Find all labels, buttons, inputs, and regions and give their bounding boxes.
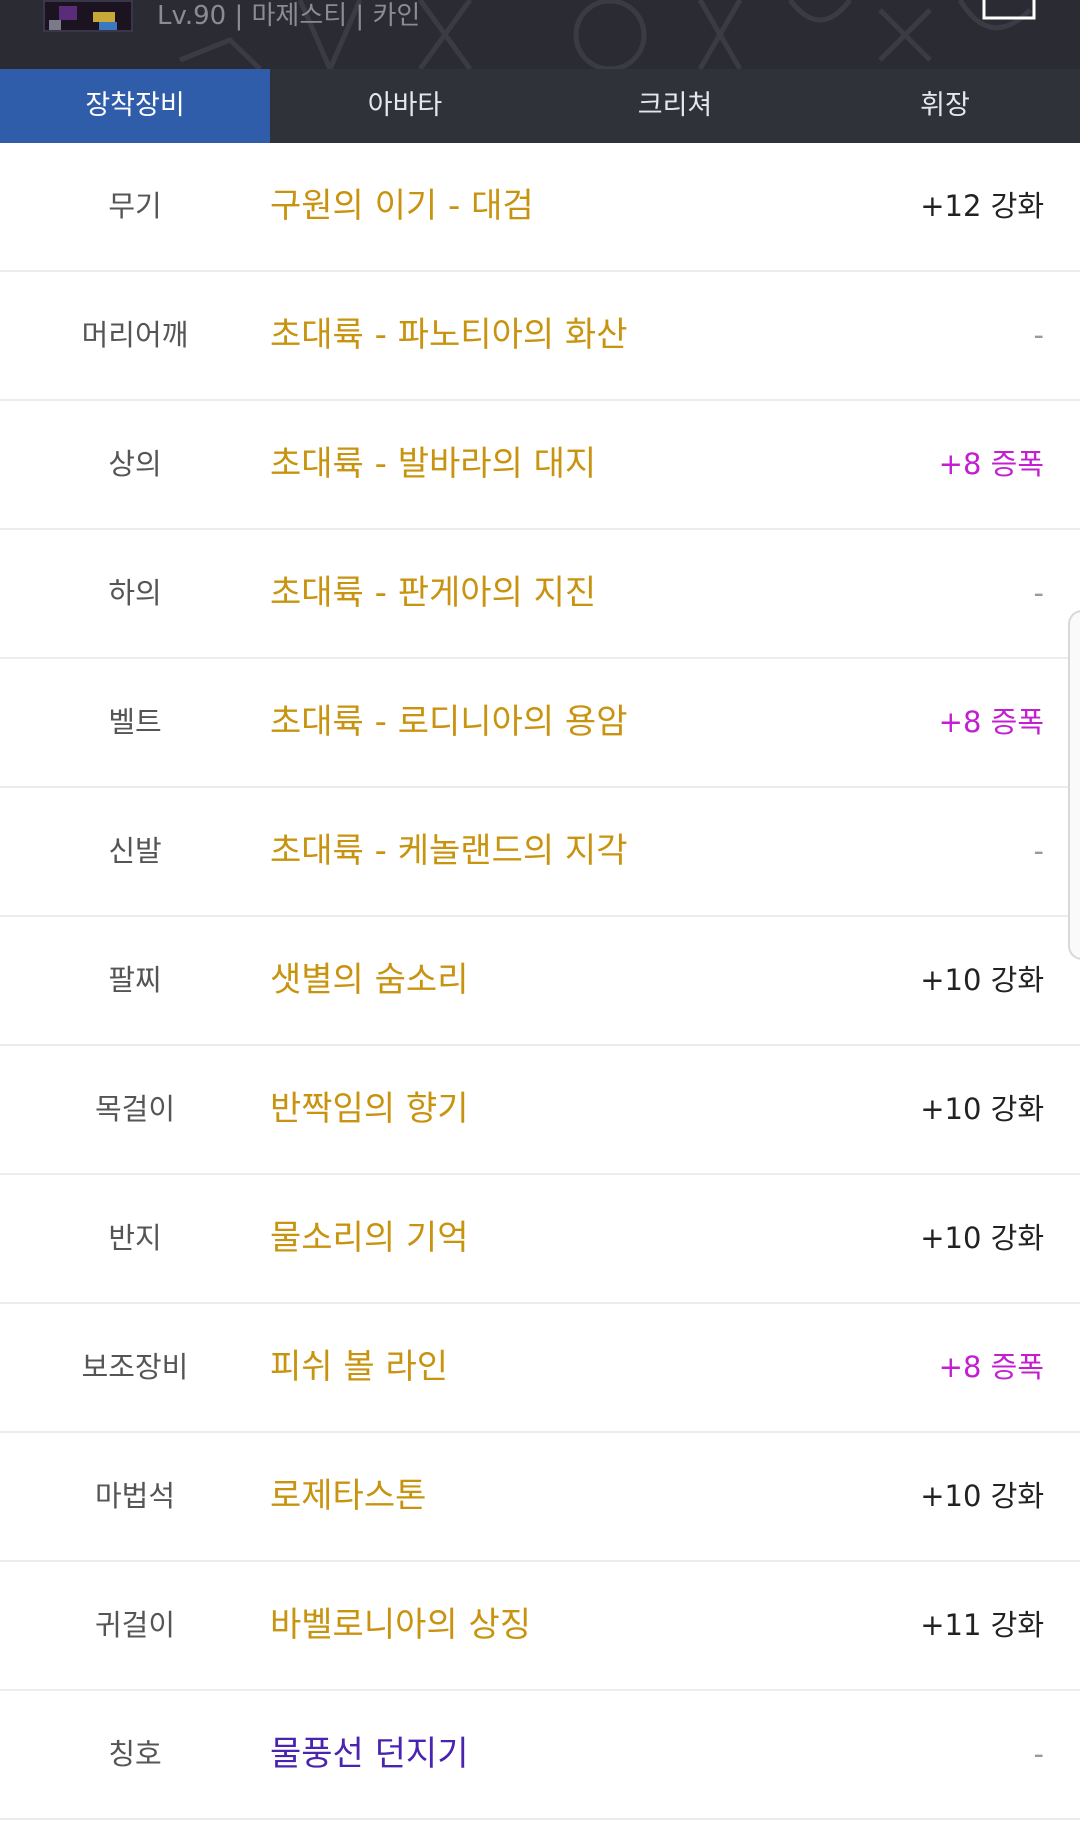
equipment-row-bracelet: 팔찌 샛별의 숨소리 +10 강화	[0, 917, 1080, 1046]
item-name[interactable]: 초대륙 - 케놀랜드의 지각	[270, 788, 628, 915]
equipment-row-subweapon: 보조장비 피쉬 볼 라인 +8 증폭	[0, 1304, 1080, 1433]
slot-label: 칭호	[108, 1737, 162, 1771]
equipment-row-weapon: 무기 구원의 이기 - 대검 +12 강화	[0, 143, 1080, 272]
slot-label: 무기	[108, 189, 162, 223]
edge-panel-handle[interactable]	[1068, 610, 1080, 960]
enhance-value: +11 강화	[920, 1608, 1044, 1642]
item-name[interactable]: 바벨로니아의 상징	[270, 1562, 531, 1689]
enhance-value: +10 강화	[920, 1221, 1044, 1255]
equipment-row-necklace: 목걸이 반짝임의 향기 +10 강화	[0, 1046, 1080, 1175]
item-name[interactable]: 피쉬 볼 라인	[270, 1304, 448, 1431]
tab-equipment[interactable]: 장착장비	[0, 69, 270, 143]
item-name[interactable]: 로제타스톤	[270, 1433, 426, 1560]
item-name[interactable]: 반짝임의 향기	[270, 1046, 469, 1173]
equipment-row-shoes: 신발 초대륙 - 케놀랜드의 지각 -	[0, 788, 1080, 917]
enhance-value: -	[1033, 318, 1044, 352]
tab-insignia[interactable]: 휘장	[810, 69, 1080, 143]
equipment-row-bottom: 하의 초대륙 - 판게아의 지진 -	[0, 530, 1080, 659]
item-name[interactable]: 샛별의 숨소리	[270, 917, 469, 1044]
enhance-value: +8 증폭	[938, 1350, 1044, 1384]
character-info: Lv.90 | 마제스티 | 카인	[157, 1, 421, 31]
slot-label: 하의	[108, 576, 162, 610]
slot-label: 보조장비	[81, 1350, 189, 1384]
item-name[interactable]: 초대륙 - 로디니아의 용암	[270, 659, 628, 786]
enhance-value: +10 강화	[920, 1479, 1044, 1513]
equipment-row-ring: 반지 물소리의 기억 +10 강화	[0, 1175, 1080, 1304]
tab-bar: 장착장비 아바타 크리쳐 휘장	[0, 69, 1080, 143]
enhance-value: +8 증폭	[938, 705, 1044, 739]
enhance-value: -	[1033, 1737, 1044, 1771]
slot-label: 마법석	[94, 1479, 176, 1513]
enhance-value: -	[1033, 576, 1044, 610]
slot-label: 신발	[108, 834, 162, 868]
equipment-row-title: 칭호 물풍선 던지기 -	[0, 1691, 1080, 1820]
slot-label: 목걸이	[94, 1092, 176, 1126]
item-name[interactable]: 구원의 이기 - 대검	[270, 143, 534, 270]
item-name[interactable]: 물소리의 기억	[270, 1175, 469, 1302]
character-avatar[interactable]	[43, 0, 133, 32]
equipment-list: 무기 구원의 이기 - 대검 +12 강화 머리어깨 초대륙 - 파노티아의 화…	[0, 143, 1080, 1820]
tab-creature[interactable]: 크리쳐	[540, 69, 810, 143]
enhance-value: +8 증폭	[938, 447, 1044, 481]
item-name[interactable]: 초대륙 - 파노티아의 화산	[270, 272, 628, 399]
equipment-row-shoulder: 머리어깨 초대륙 - 파노티아의 화산 -	[0, 272, 1080, 401]
slot-label: 팔찌	[108, 963, 162, 997]
equipment-row-magicstone: 마법석 로제타스톤 +10 강화	[0, 1433, 1080, 1562]
item-name[interactable]: 초대륙 - 발바라의 대지	[270, 401, 596, 528]
equipment-row-earring: 귀걸이 바벨로니아의 상징 +11 강화	[0, 1562, 1080, 1691]
slot-label: 머리어깨	[81, 318, 189, 352]
bag-icon[interactable]	[980, 0, 1038, 22]
enhance-value: -	[1033, 834, 1044, 868]
slot-label: 반지	[108, 1221, 162, 1255]
equipment-row-top: 상의 초대륙 - 발바라의 대지 +8 증폭	[0, 401, 1080, 530]
slot-label: 벨트	[108, 705, 162, 739]
item-name[interactable]: 물풍선 던지기	[270, 1691, 469, 1818]
equipment-row-belt: 벨트 초대륙 - 로디니아의 용암 +8 증폭	[0, 659, 1080, 788]
enhance-value: +12 강화	[920, 189, 1044, 223]
item-name[interactable]: 초대륙 - 판게아의 지진	[270, 530, 596, 657]
slot-label: 상의	[108, 447, 162, 481]
slot-label: 귀걸이	[94, 1608, 176, 1642]
character-header: Lv.90 | 마제스티 | 카인	[0, 0, 1080, 69]
enhance-value: +10 강화	[920, 963, 1044, 997]
enhance-value: +10 강화	[920, 1092, 1044, 1126]
tab-avatar[interactable]: 아바타	[270, 69, 540, 143]
